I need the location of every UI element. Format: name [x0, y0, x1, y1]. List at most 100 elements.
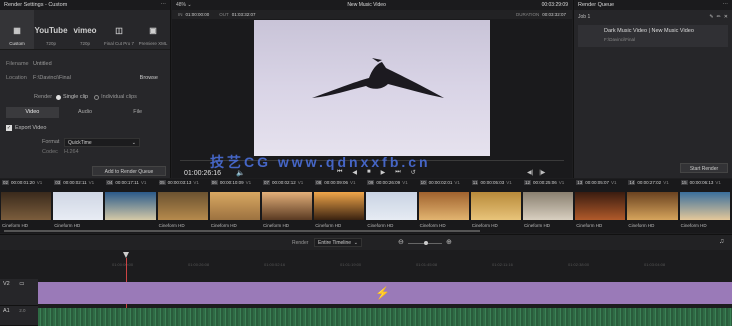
- preset-premiere[interactable]: ▣ Premiere XML: [136, 10, 170, 49]
- render-settings-header: Render Settings - Custom ⋯: [0, 0, 170, 10]
- clip-header: 05 00:00:03:13 V1: [157, 179, 209, 186]
- clip-thumbnail-image: [53, 192, 104, 220]
- clip-thumbnail[interactable]: 12 00:00:25:06 V1 Cineform HD: [522, 179, 574, 233]
- monitor-icon[interactable]: ▭: [19, 281, 24, 287]
- clip-thumbnail[interactable]: 15 00:00:06:13 V1 Cineform HD: [679, 179, 731, 233]
- more-icon[interactable]: ⋯: [723, 2, 729, 8]
- location-field[interactable]: F:\Davinci\Final: [33, 75, 140, 81]
- pencil-icon[interactable]: ✏: [717, 14, 721, 22]
- clip-thumbnail[interactable]: 03 00:00:02:11 V1 Cineform HD: [52, 179, 104, 233]
- clip-thumbnail[interactable]: 05 00:00:03:13 V1 Cineform HD: [157, 179, 209, 233]
- preset-youtube[interactable]: YouTube 720p: [34, 10, 68, 49]
- clip-codec-label: Cineform HD: [471, 223, 498, 228]
- clip-number: 10: [419, 180, 427, 185]
- clip-timecode: 00:00:02:12: [272, 180, 296, 185]
- zoom-dropdown[interactable]: 48% ⌄: [176, 2, 192, 8]
- single-clip-label: Single clip: [63, 94, 89, 100]
- clip-thumbnail[interactable]: 09 00:00:26:09 V1 Cineform HD: [365, 179, 417, 233]
- clip-track: V1: [245, 180, 252, 185]
- music-icon[interactable]: ♫: [719, 238, 724, 245]
- clip-header: 08 00:00:09:06 V1: [313, 179, 365, 186]
- clip-thumbnail-image: [262, 192, 313, 220]
- in-value: 01:00:00:00: [185, 12, 210, 17]
- track-name: A1: [3, 308, 10, 314]
- preset-final-cut[interactable]: ◫ Final Cut Pro 7: [102, 10, 136, 49]
- export-video-label: Export Video: [15, 125, 47, 131]
- chevron-down-icon: ⌄: [353, 240, 358, 246]
- ruler-tick-label: 01:01:19:00: [340, 262, 362, 267]
- preset-custom[interactable]: ▦ Custom: [0, 10, 34, 49]
- duration-label: DURATION: [516, 12, 540, 17]
- preset-label: Premiere XML: [138, 41, 168, 46]
- clip-codec-label: Cineform HD: [680, 223, 707, 228]
- more-icon[interactable]: ⋯: [161, 2, 167, 8]
- codec-value[interactable]: H.264: [64, 149, 79, 155]
- filename-field[interactable]: Untitled: [33, 61, 52, 67]
- clip-thumbnail[interactable]: 02 00:00:01:20 V1 Cineform HD: [0, 179, 52, 233]
- zoom-slider-handle[interactable]: [424, 241, 428, 245]
- chevron-down-icon: ⌄: [131, 139, 136, 146]
- clip-number: 12: [524, 180, 532, 185]
- clip-track: V1: [715, 180, 721, 185]
- video-clip-v2[interactable]: ⚡: [38, 282, 732, 304]
- custom-icon: ▦: [13, 26, 21, 35]
- clip-strip-scrollbar[interactable]: [4, 230, 480, 232]
- clip-header: 03 00:00:02:11 V1: [52, 179, 104, 186]
- tab-file[interactable]: File: [111, 107, 164, 118]
- format-select[interactable]: QuickTime ⌄: [64, 137, 140, 147]
- in-out-bar: IN 01:00:00:00 OUT 01:03:32:07 DURATION …: [172, 10, 572, 19]
- start-render-button[interactable]: Start Render: [680, 163, 728, 173]
- tab-video[interactable]: Video: [6, 107, 59, 118]
- ruler-tick-label: 01:00:26:08: [188, 262, 210, 267]
- clip-track: V1: [297, 180, 304, 185]
- track-level: 2.0: [19, 308, 26, 313]
- clip-thumbnail[interactable]: 04 00:00:17:11 V1: [104, 179, 156, 233]
- clip-thumbnail[interactable]: 06 00:00:10:09 V1 Cineform HD: [209, 179, 261, 233]
- clip-number: 14: [628, 180, 636, 185]
- clip-thumbnail-image: [523, 192, 574, 220]
- clip-thumbnail[interactable]: 14 00:00:27:02 V1 Cineform HD: [626, 179, 678, 233]
- clip-header: 02 00:00:01:20 V1: [0, 179, 52, 186]
- edit-icon[interactable]: ✎: [709, 14, 713, 22]
- audio-clip-a1[interactable]: [38, 308, 732, 326]
- close-icon[interactable]: ✕: [724, 14, 728, 22]
- location-row: Location F:\Davinci\Final Browse: [0, 71, 170, 85]
- tab-audio[interactable]: Audio: [59, 107, 112, 118]
- single-clip-radio[interactable]: [56, 94, 62, 100]
- render-label: Render: [34, 94, 53, 100]
- timeline-ruler[interactable]: 01:00:00:00 01:00:26:08 01:00:52:16 01:01:1…: [38, 262, 732, 270]
- clip-thumbnail[interactable]: 10 00:00:02:01 V1 Cineform HD: [418, 179, 470, 233]
- individual-clips-label: Individual clips: [101, 94, 137, 100]
- ruler-tick-label: 01:00:00:00: [112, 262, 134, 267]
- prev-icon[interactable]: ◀|: [527, 169, 533, 176]
- render-mode-row: Render Single clip Individual clips: [0, 90, 170, 104]
- xml-icon: ▣: [149, 26, 157, 35]
- job-item[interactable]: Dark Music Video | New Music Video F:\Da…: [578, 25, 728, 47]
- out-value: 01:03:32:07: [231, 12, 256, 17]
- clip-thumbnail[interactable]: 07 00:00:02:12 V1 Cineform HD: [261, 179, 313, 233]
- timeline-title[interactable]: New Music Video: [347, 2, 386, 8]
- clip-number: 02: [2, 180, 10, 185]
- clip-thumbnail[interactable]: 11 00:00:05:03 V1 Cineform HD: [470, 179, 522, 233]
- render-queue-title: Render Queue: [578, 2, 615, 8]
- settings-tabs: Video Audio File: [6, 107, 164, 118]
- clip-thumbnail[interactable]: 08 00:00:09:06 V1 Cineform HD: [313, 179, 365, 233]
- individual-clips-radio[interactable]: [94, 94, 100, 100]
- preset-label: 720p: [79, 41, 90, 46]
- zoom-in-icon[interactable]: ⊕: [446, 238, 452, 246]
- render-range-select[interactable]: Entire Timeline ⌄: [314, 238, 362, 247]
- browse-button[interactable]: Browse: [140, 75, 158, 81]
- add-to-render-queue-button[interactable]: Add to Render Queue: [92, 166, 166, 176]
- job-label: Job 1: [578, 14, 591, 20]
- clip-thumbnail[interactable]: 13 00:00:05:07 V1 Cineform HD: [574, 179, 626, 233]
- clip-number: 08: [315, 180, 323, 185]
- clip-header: 10 00:00:02:01 V1: [418, 179, 470, 186]
- clip-thumbnail-image: [575, 192, 626, 220]
- clip-strip: 02 00:00:01:20 V1 Cineform HD 03 00:00:02:11 V…: [0, 179, 732, 233]
- zoom-out-icon[interactable]: ⊖: [398, 238, 404, 246]
- clip-number: 06: [210, 180, 218, 185]
- export-video-checkbox[interactable]: ✓: [6, 125, 12, 131]
- clip-number: 11: [471, 180, 479, 185]
- next-icon[interactable]: |▶: [539, 169, 545, 176]
- preset-vimeo[interactable]: vimeo 720p: [68, 10, 102, 49]
